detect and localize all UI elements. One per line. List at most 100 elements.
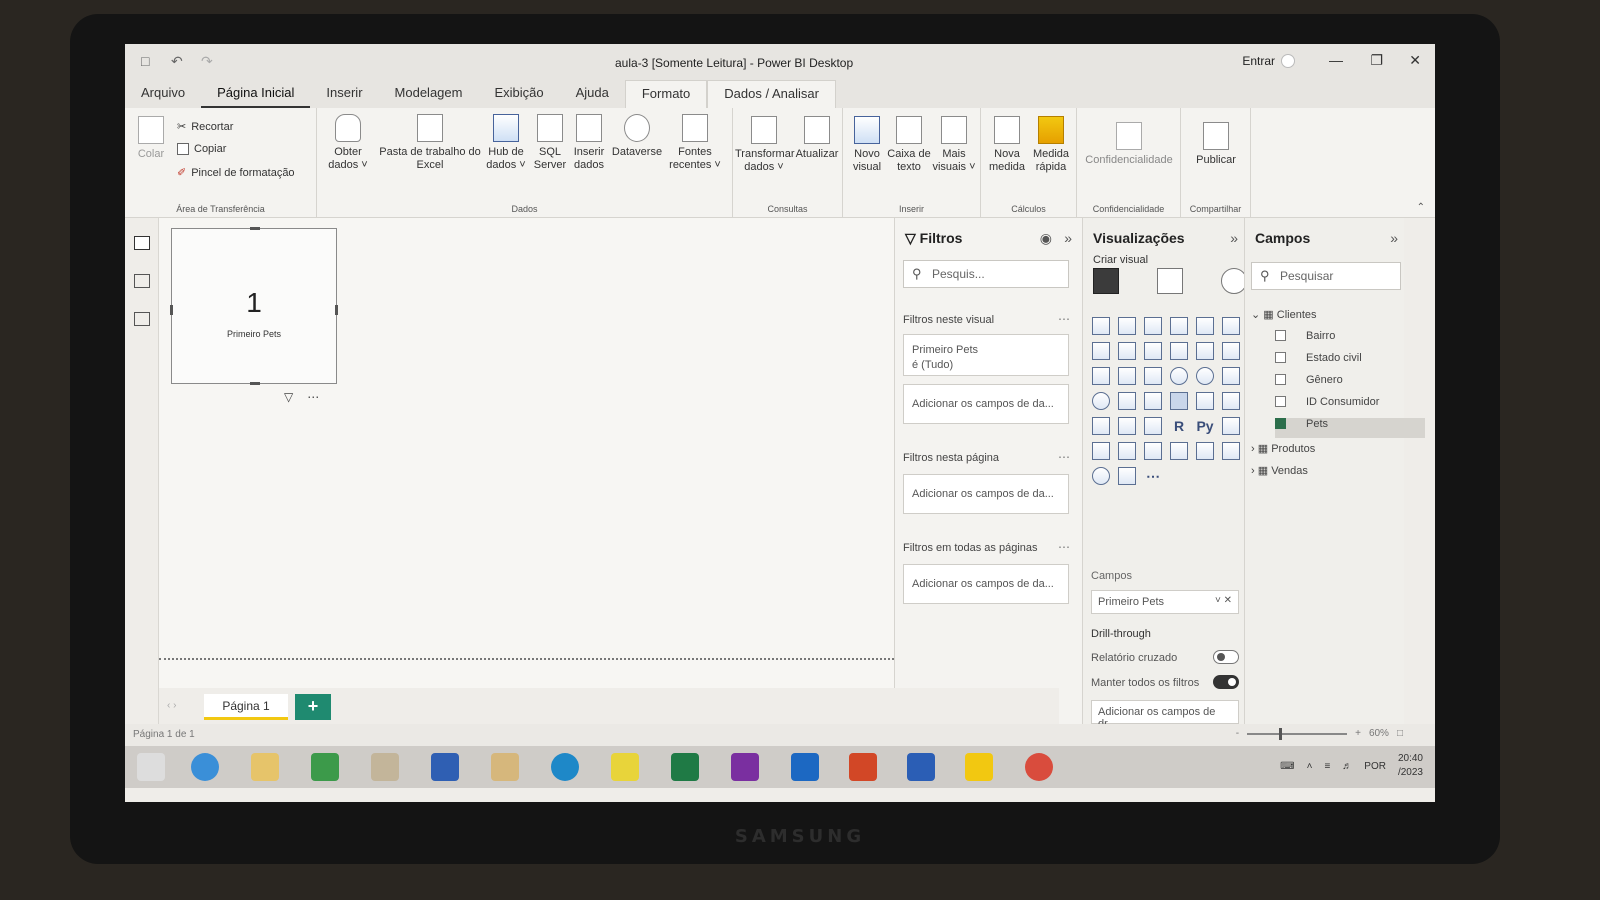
todo-icon[interactable] [611,753,639,781]
remove-field-icon[interactable]: ˅ ✕ [1215,595,1232,606]
funnel-icon[interactable] [1118,367,1136,385]
azure-map-icon[interactable] [1092,467,1110,485]
field-checkbox[interactable] [1275,396,1286,407]
fields-search-input[interactable]: ⚲ Pesquisar [1251,262,1401,290]
minimize-icon[interactable]: — [1329,52,1343,68]
map-icon[interactable] [1092,392,1110,410]
zoom-out-icon[interactable]: - [1236,728,1239,739]
tab-pagina-inicial[interactable]: Página Inicial [201,80,311,108]
filter-icon[interactable]: ▽ [284,390,293,404]
area-chart-icon[interactable] [1118,342,1136,360]
power-bi-icon[interactable] [965,753,993,781]
line-clustered-icon[interactable] [1196,342,1214,360]
tab-exibicao[interactable]: Exibição [478,80,559,108]
key-influencers-icon[interactable] [1222,417,1240,435]
stacked-bar-icon[interactable] [1092,317,1110,335]
save-icon[interactable]: □ [141,53,149,69]
report-view-icon[interactable] [134,236,150,250]
model-view-icon[interactable] [134,312,150,326]
multi-row-card-icon[interactable] [1196,392,1214,410]
recent-sources-button[interactable]: Fontes recentes ˅ [667,114,723,172]
app-icon[interactable] [491,753,519,781]
format-painter-button[interactable]: ✐ Pincel de formatação [177,166,295,180]
fit-page-icon[interactable]: □ [1397,728,1403,739]
fields-well[interactable]: Primeiro Pets ˅ ✕ [1091,590,1239,614]
cut-button[interactable]: ✂ Recortar [177,120,233,134]
add-fields-page-well[interactable]: Adicionar os campos de da... [903,474,1069,514]
pie-chart-icon[interactable] [1170,367,1188,385]
start-icon[interactable] [137,753,165,781]
close-icon[interactable]: ✕ [1409,52,1421,69]
cross-report-toggle[interactable] [1213,650,1239,664]
keyboard-icon[interactable]: ⌨ [1280,761,1294,772]
enter-data-button[interactable]: Inserir dados [569,114,609,172]
kpi-icon[interactable] [1222,392,1240,410]
collapse-visualizations-icon[interactable]: » [1230,230,1238,246]
power-apps-icon[interactable] [1222,442,1240,460]
field-item[interactable]: Pets [1275,418,1425,438]
filters-search-input[interactable]: ⚲ Pesquis... [903,260,1069,288]
quick-assist-icon[interactable] [431,753,459,781]
drillthrough-well[interactable]: Adicionar os campos de dr... [1091,700,1239,730]
paginated-report-icon[interactable] [1196,442,1214,460]
donut-chart-icon[interactable] [1196,367,1214,385]
resize-handle[interactable] [335,305,338,315]
collapse-filters-icon[interactable]: » [1064,230,1072,246]
field-item[interactable]: ID Consumidor [1275,396,1425,416]
new-visual-button[interactable]: Novo visual [847,116,887,174]
language-indicator[interactable]: POR [1364,761,1386,772]
gauge-icon[interactable] [1144,392,1162,410]
field-item[interactable]: Gênero [1275,374,1425,394]
paste-button[interactable]: Colar [133,116,169,161]
resize-handle[interactable] [170,305,173,315]
publish-button[interactable]: Publicar [1189,122,1243,167]
card-visual[interactable]: 1 Primeiro Pets [170,227,338,385]
filled-map-icon[interactable] [1118,392,1136,410]
100-bar-icon[interactable] [1196,317,1214,335]
card-icon[interactable] [1170,392,1188,410]
tab-modelagem[interactable]: Modelagem [379,80,479,108]
tab-formato[interactable]: Formato [624,80,708,108]
more-visuals-button[interactable]: Mais visuais ˅ [931,116,977,174]
chrome-icon[interactable] [1025,753,1053,781]
onenote-icon[interactable] [731,753,759,781]
sql-server-button[interactable]: SQL Server [531,114,569,172]
line-column-icon[interactable] [1170,342,1188,360]
data-hub-button[interactable]: Hub de dados ˅ [483,114,529,172]
table-clientes[interactable]: ⌄ ▦ Clientes [1251,308,1317,321]
more-options-icon[interactable]: ⋯ [307,390,319,404]
resize-handle[interactable] [250,382,260,385]
build-visual-icon[interactable] [1093,268,1119,294]
format-visual-icon[interactable] [1157,268,1183,294]
excel-button[interactable]: Pasta de trabalho do Excel [375,114,485,172]
page-tab[interactable]: Página 1 [204,694,288,720]
table-icon[interactable] [1118,417,1136,435]
table-vendas[interactable]: › ▦ Vendas [1251,464,1308,477]
network-icon[interactable]: ≡ [1324,761,1330,772]
zoom-knob[interactable] [1279,727,1283,740]
table-view-icon[interactable] [134,274,150,288]
100-column-icon[interactable] [1222,317,1240,335]
treemap-icon[interactable] [1222,367,1240,385]
help-icon[interactable] [371,753,399,781]
new-measure-button[interactable]: Nova medida [985,116,1029,174]
scatter-icon[interactable] [1144,367,1162,385]
field-checkbox[interactable] [1275,352,1286,363]
word-icon[interactable] [907,753,935,781]
field-item[interactable]: Estado civil [1275,352,1425,372]
qa-icon[interactable] [1118,442,1136,460]
decomposition-tree-icon[interactable] [1092,442,1110,460]
visual-filter-card[interactable]: Primeiro Pets é (Tudo) [903,334,1069,376]
tab-inserir[interactable]: Inserir [310,80,378,108]
stacked-column-icon[interactable] [1118,317,1136,335]
field-checkbox[interactable] [1275,418,1286,429]
tray-chevron-icon[interactable]: ˄ [1307,761,1313,772]
volume-icon[interactable]: ♬ [1342,761,1352,772]
get-data-button[interactable]: Obter dados ˅ [323,114,373,172]
refresh-button[interactable]: Atualizar [793,116,841,161]
restore-icon[interactable]: ❐ [1370,52,1383,69]
zoom-slider[interactable] [1247,727,1348,740]
ribbon-chart-icon[interactable] [1222,342,1240,360]
eye-icon[interactable]: ◉ [1040,230,1052,247]
collapse-ribbon-icon[interactable]: ⌃ [1417,202,1425,213]
